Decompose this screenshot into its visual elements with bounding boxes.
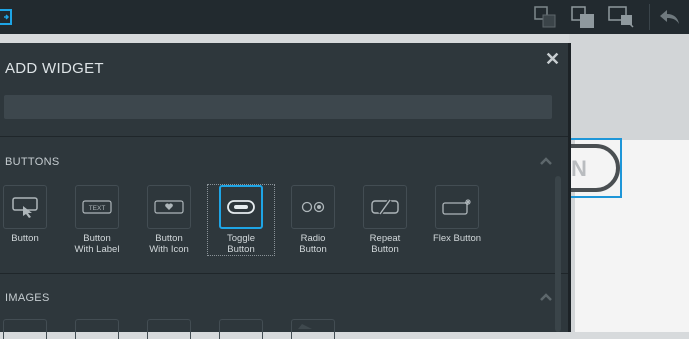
heart-button-icon: [154, 200, 184, 214]
widget-label: Repeat Button: [369, 233, 401, 255]
widget-toggle-button[interactable]: Toggle Button: [207, 184, 275, 256]
section-divider: [0, 136, 568, 137]
widget-flex-button[interactable]: Flex Button: [424, 185, 490, 244]
image-widget-tile[interactable]: [219, 319, 263, 339]
widget-icon-tile: TEXT: [75, 185, 119, 229]
image-widget-tile[interactable]: [147, 319, 191, 339]
widget-button-with-icon[interactable]: Button With Icon: [136, 185, 202, 255]
widget-radio-button[interactable]: Radio Button: [280, 185, 346, 255]
widget-icon-tile: [435, 185, 479, 229]
scrollbar[interactable]: [555, 176, 561, 332]
image-widget-tile[interactable]: [75, 319, 119, 339]
section-title-images: IMAGES: [5, 292, 50, 304]
panel-toggle-icon: [0, 9, 12, 25]
add-widget-dialog: ADD WIDGET ✕ BUTTONS Button TEXT Button: [0, 43, 571, 339]
text-label-icon-caption: TEXT: [89, 205, 106, 212]
widget-button[interactable]: Button: [0, 185, 58, 244]
widget-label: Toggle Button: [227, 233, 255, 255]
widget-icon-tile: [219, 185, 263, 229]
arrange-icon: [608, 6, 634, 28]
widget-label: Button With Icon: [149, 233, 189, 255]
canvas-selection-box[interactable]: [568, 138, 622, 198]
image-widget-tile[interactable]: [3, 319, 47, 339]
widget-label: Button: [11, 233, 39, 244]
bring-forward-icon: [571, 6, 594, 28]
widget-label: Radio Button: [299, 233, 327, 255]
send-backward-icon: [534, 6, 556, 28]
collapse-chevron-icon[interactable]: [539, 292, 553, 302]
button-icon: [12, 197, 38, 218]
widget-repeat-button[interactable]: Repeat Button: [352, 185, 418, 255]
bring-forward-button[interactable]: [567, 0, 599, 34]
widget-icon-tile: [363, 185, 407, 229]
search-input[interactable]: [4, 95, 552, 119]
close-icon: ✕: [545, 49, 561, 69]
toolbar-separator: [649, 4, 650, 30]
text-label-icon: TEXT: [82, 200, 112, 214]
widget-icon-tile: [3, 185, 47, 229]
toggle-icon: [227, 200, 255, 214]
collapse-chevron-icon[interactable]: [539, 156, 553, 166]
widget-label: Flex Button: [432, 233, 482, 244]
widget-button-with-label[interactable]: TEXT Button With Label: [64, 185, 130, 255]
image-icon: [298, 324, 312, 329]
flex-button-icon: [442, 199, 471, 215]
radio-icon: [301, 201, 325, 213]
undo-button[interactable]: [653, 0, 687, 34]
widget-label: Button With Label: [74, 233, 120, 255]
dialog-title: ADD WIDGET: [5, 60, 104, 77]
section-title-buttons: BUTTONS: [5, 156, 60, 168]
add-widget-toolbar-button[interactable]: [0, 0, 14, 34]
widget-icon-tile: [147, 185, 191, 229]
repeat-icon: [371, 198, 399, 216]
section-divider: [0, 273, 568, 274]
undo-icon: [660, 10, 679, 24]
image-widget-tile[interactable]: [291, 319, 335, 339]
close-button[interactable]: ✕: [545, 49, 560, 70]
arrange-button[interactable]: [604, 0, 640, 34]
top-toolbar: [0, 0, 689, 34]
send-backward-button[interactable]: [530, 0, 560, 34]
widget-icon-tile: [291, 185, 335, 229]
